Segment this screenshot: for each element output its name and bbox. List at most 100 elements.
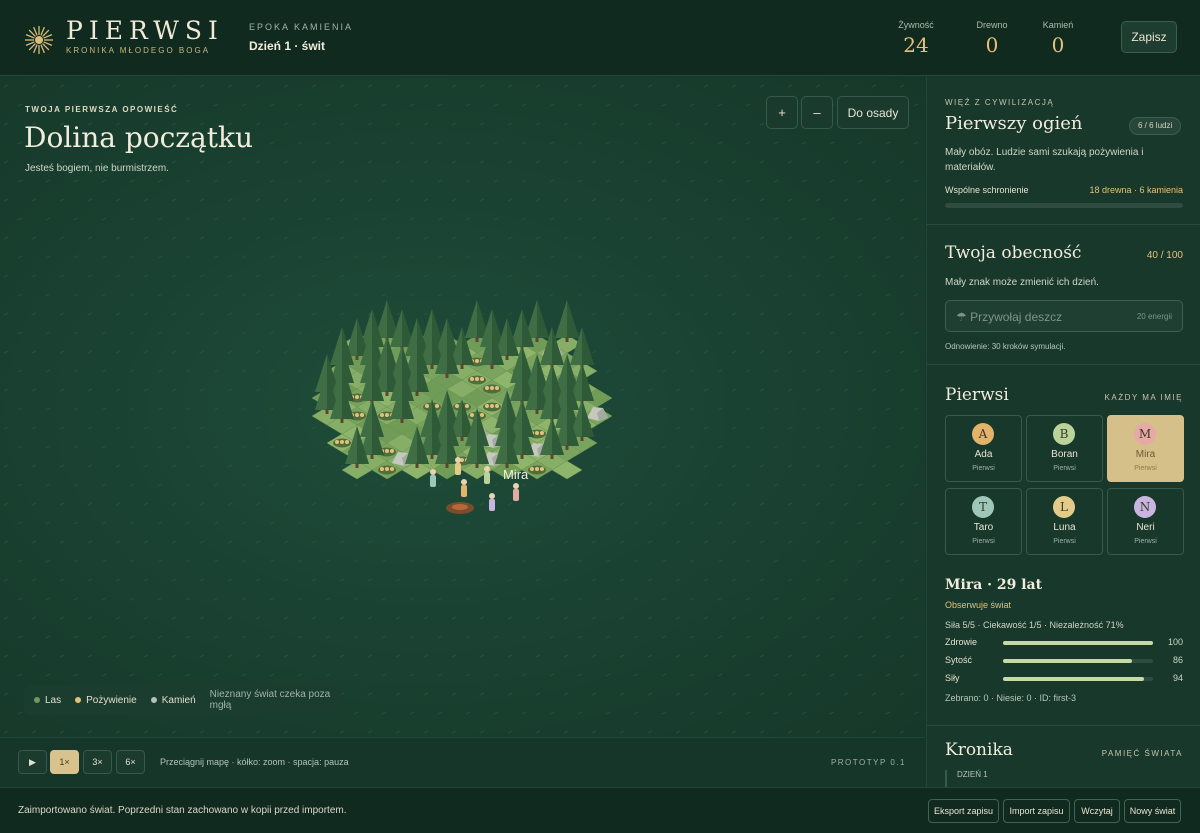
speed-6x-button[interactable]: 6× [116, 750, 145, 774]
food-berry [360, 413, 364, 417]
world-map[interactable]: Mira [0, 77, 925, 737]
save-button[interactable]: Zapisz [1121, 21, 1177, 53]
person-card-taro[interactable]: T Taro Pierwsi [945, 488, 1022, 555]
story-tagline: Jesteś bogiem, nie burmistrzem. [25, 163, 169, 174]
villager-head [489, 493, 495, 499]
food-berry [540, 431, 544, 435]
summon-rain-label: ☂ Przywołaj deszcz [956, 310, 1063, 324]
pine-trunk [355, 355, 359, 360]
villager-head [513, 483, 519, 489]
villager-icon [455, 463, 461, 475]
pine-trunk [565, 445, 569, 450]
avatar: A [972, 423, 994, 445]
pine-trunk [460, 436, 464, 441]
food-berry [480, 377, 484, 381]
person-detail-name: Mira · 29 lat [945, 577, 1043, 593]
new-world-button[interactable]: Nowy świat [1124, 799, 1181, 823]
brand-name: PIERWSI [66, 16, 224, 45]
person-card-luna[interactable]: L Luna Pierwsi [1026, 488, 1103, 555]
person-group: Pierwsi [972, 465, 995, 472]
chronicle-title: Kronika [945, 740, 1013, 760]
resource-stone-value: 0 [1051, 33, 1065, 57]
sidebar[interactable]: WIĘŹ Z CYWILIZACJĄ Pierwszy ogień 6 / 6 … [926, 77, 1200, 787]
stat-bar-fill [1003, 641, 1153, 645]
zoom-in-button[interactable]: + [766, 96, 798, 129]
stat-row-1: Sytość 86 [945, 655, 1183, 667]
pine-trunk [430, 454, 434, 459]
person-group: Pierwsi [1134, 538, 1157, 545]
pine-tree-shade [582, 327, 594, 365]
pine-trunk [535, 409, 539, 414]
pine-trunk [565, 337, 569, 342]
campfire-ember [452, 504, 468, 510]
food-berry [390, 467, 394, 471]
top-bar: PIERWSI KRONIKA MŁODEGO BOGA EPOKA KAMIE… [0, 0, 1200, 76]
summon-rain-button[interactable]: ☂ Przywołaj deszcz 20 energii [945, 300, 1183, 332]
resource-wood-value: 0 [985, 33, 999, 57]
civ-title: Pierwszy ogień [945, 113, 1083, 134]
person-name: Neri [1136, 522, 1155, 533]
resource-food: Żywność 24 [897, 20, 935, 57]
resource-wood-label: Drewno [976, 20, 1008, 30]
resource-stone-label: Kamień [1042, 20, 1074, 30]
food-berry [355, 413, 359, 417]
import-save-button[interactable]: Import zapisu [1003, 799, 1070, 823]
person-card-mira[interactable]: M Mira Pierwsi [1107, 415, 1184, 482]
story-eyebrow: TWOJA PIERWSZA OPOWIEŚĆ [25, 105, 179, 114]
person-card-boran[interactable]: B Boran Pierwsi [1026, 415, 1103, 482]
avatar: T [972, 496, 994, 518]
era-label: EPOKA KAMIENIA [249, 22, 354, 32]
presence-value: 40 / 100 [1146, 250, 1183, 261]
load-button[interactable]: Wczytaj [1074, 799, 1120, 823]
food-berry [390, 449, 394, 453]
status-message: Zaimportowano świat. Poprzedni stan zach… [18, 805, 347, 816]
status-bar: Zaimportowano świat. Poprzedni stan zach… [0, 787, 1200, 833]
food-berry [490, 404, 494, 408]
food-berry [490, 386, 494, 390]
food-berry [465, 404, 469, 408]
person-card-ada[interactable]: A Ada Pierwsi [945, 415, 1022, 482]
food-berry [535, 467, 539, 471]
map-area[interactable]: Mira TWOJA PIERWSZA OPOWIEŚĆ Dolina pocz… [0, 77, 925, 737]
people-panel: Pierwsi KAŻDY MA IMIĘ A Ada Pierwsi B Boran P… [927, 365, 1200, 725]
presence-panel: Twoja obecność 40 / 100 Mały znak może z… [927, 225, 1200, 365]
civilization-panel: WIĘŹ Z CYWILIZACJĄ Pierwszy ogień 6 / 6 … [927, 77, 1200, 225]
food-berry [385, 413, 389, 417]
export-save-button[interactable]: Eksport zapisu [928, 799, 999, 823]
pine-trunk [520, 454, 524, 459]
food-berry [530, 467, 534, 471]
play-button[interactable]: ▶ [18, 750, 47, 774]
food-berry [380, 467, 384, 471]
summon-rain-cost: 20 energii [1136, 312, 1172, 321]
stat-bar-fill [1003, 659, 1132, 663]
villager-icon-mira [513, 489, 519, 501]
pine-trunk [355, 463, 359, 468]
person-group: Pierwsi [972, 538, 995, 545]
goal-progress-bar [945, 203, 1183, 208]
food-berry [495, 386, 499, 390]
map-legend: Las Pożywienie Kamień Nieznany świat cze… [24, 685, 341, 715]
version-label: PROTOTYP 0.1 [830, 758, 906, 767]
controls-hint: Przeciągnij mapę · kółko: zoom · spacja:… [160, 757, 349, 767]
stat-value: 86 [1172, 655, 1183, 665]
stat-bar [1003, 659, 1153, 663]
goto-settlement-button[interactable]: Do osady [837, 96, 909, 129]
presence-title: Twoja obecność [945, 243, 1082, 263]
resource-food-value: 24 [903, 33, 929, 57]
legend-forest-label: Las [45, 694, 62, 706]
legend-food: Pożywienie [75, 695, 137, 706]
food-berry [380, 413, 384, 417]
zoom-out-button[interactable]: – [801, 96, 833, 129]
pine-trunk [400, 418, 404, 423]
pine-trunk [490, 364, 494, 369]
goal-cost: 18 drewna · 6 kamienia [1089, 185, 1183, 195]
food-berry [475, 377, 479, 381]
pine-trunk [445, 373, 449, 378]
speed-3x-button[interactable]: 3× [83, 750, 112, 774]
villager-head [484, 466, 490, 472]
speed-1x-button[interactable]: 1× [50, 750, 79, 774]
person-detail-footer: Zebrano: 0 · Niesie: 0 · ID: first-3 [945, 693, 1077, 703]
people-count-badge: 6 / 6 ludzi [1129, 117, 1182, 135]
pine-trunk [580, 436, 584, 441]
person-card-neri[interactable]: N Neri Pierwsi [1107, 488, 1184, 555]
